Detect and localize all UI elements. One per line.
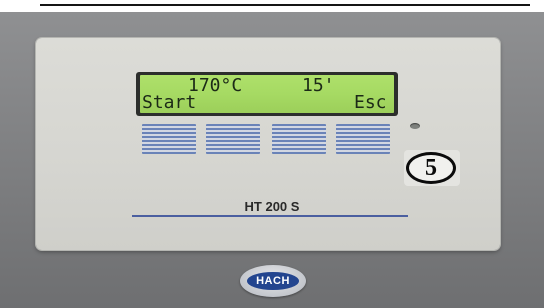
control-panel: [36, 38, 500, 250]
lcd-esc-softkey-label: Esc: [354, 92, 387, 113]
keypad-key-1[interactable]: [142, 124, 196, 154]
lcd-start-softkey-label: Start: [142, 92, 197, 113]
hach-logo-icon: HACH: [240, 265, 306, 297]
lcd-time: 15': [302, 75, 335, 96]
lcd-temperature: 170°C: [188, 75, 243, 96]
lcd-screen: 170°C 15' Start Esc: [140, 75, 394, 113]
model-label: HT 200 S: [244, 199, 300, 214]
keypad-key-4[interactable]: [336, 124, 390, 154]
brand-name: HACH: [247, 272, 299, 290]
callout-number-badge: 5: [406, 152, 456, 184]
model-underline: [132, 215, 408, 217]
top-divider-line: [40, 4, 530, 6]
keypad-key-2[interactable]: [206, 124, 260, 154]
lcd-display: 170°C 15' Start Esc: [136, 72, 398, 116]
keypad-key-3[interactable]: [272, 124, 326, 154]
top-strip: [0, 0, 544, 12]
led-indicator-icon: [410, 123, 420, 129]
